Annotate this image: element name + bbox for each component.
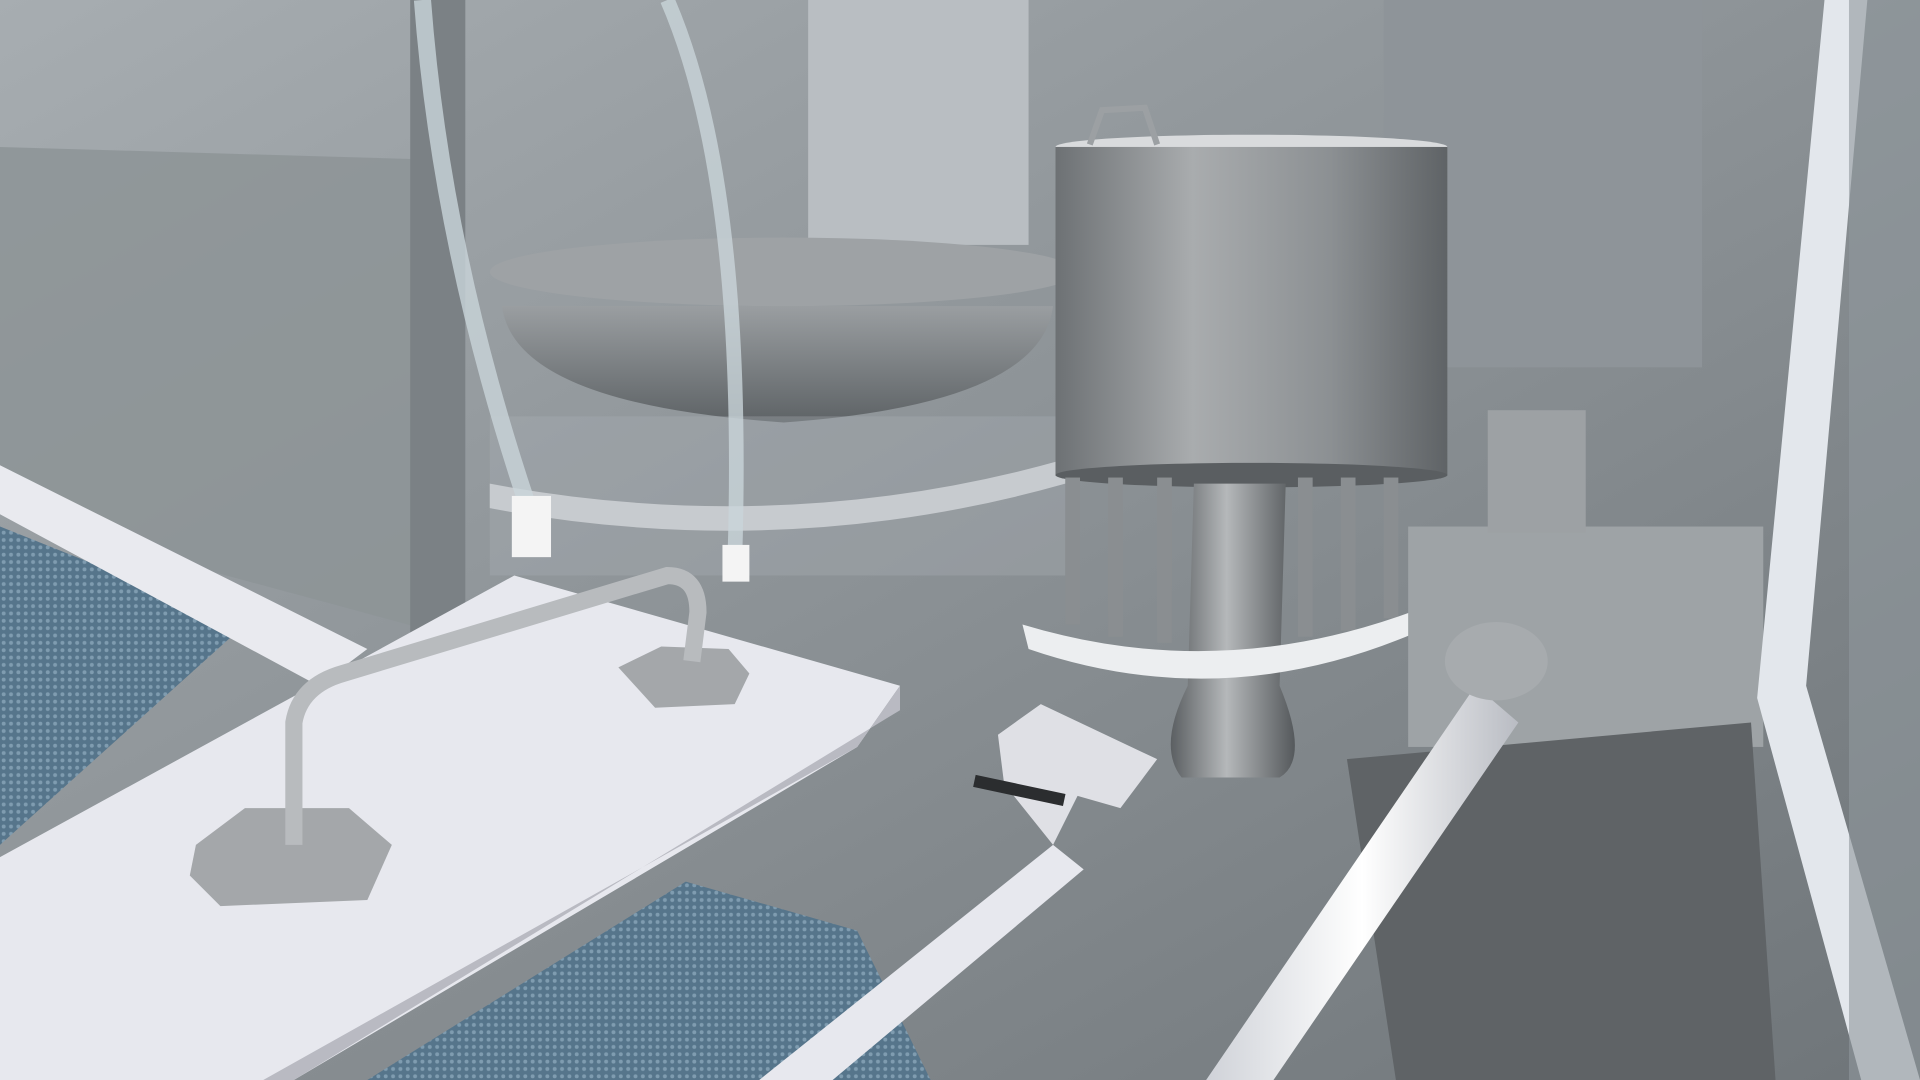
cap-feeder-housing — [1487, 410, 1586, 533]
auger-bearing — [1444, 622, 1548, 701]
tube-fitting-left — [511, 495, 552, 558]
machine-render — [0, 0, 1920, 1080]
floor-plate — [1346, 722, 1776, 1080]
back-panel-center — [808, 0, 1029, 245]
bowl-top-plate — [489, 237, 1078, 307]
glass-door — [1848, 0, 1920, 1080]
glass-bowl-guard — [489, 416, 1066, 576]
capping-head-cylinder — [1055, 146, 1448, 476]
tube-fitting-right — [722, 544, 750, 582]
